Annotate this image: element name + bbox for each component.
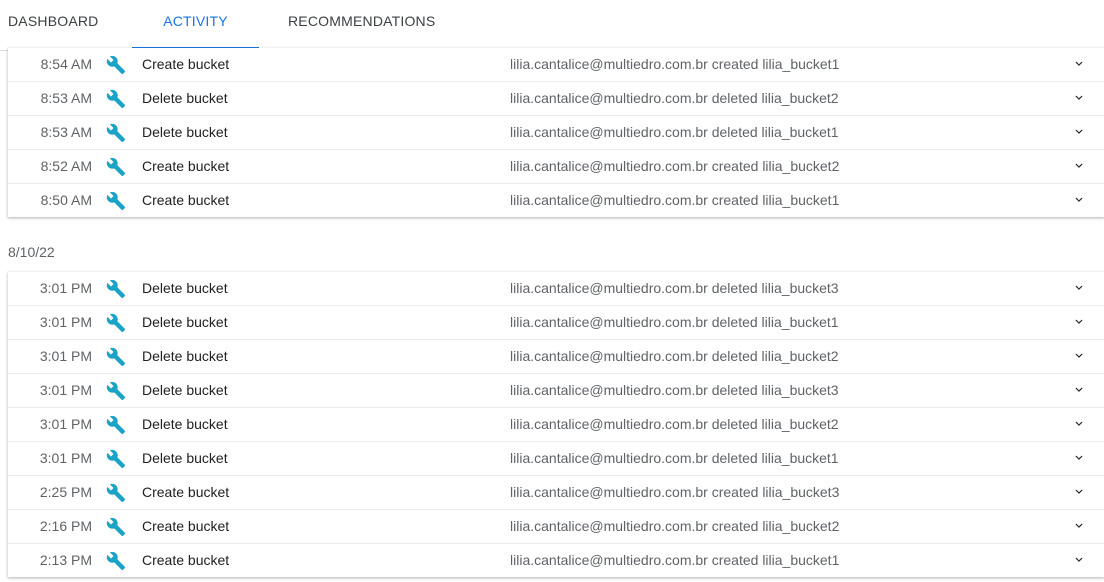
activity-description: lilia.cantalice@multiedro.com.br created… (510, 552, 840, 568)
activity-row[interactable]: 2:25 PM Create bucket lilia.cantalice@mult… (8, 476, 1104, 510)
activity-time: 3:01 PM (39, 314, 92, 330)
wrench-icon (106, 517, 126, 537)
activity-description: lilia.cantalice@multiedro.com.br deleted… (510, 416, 839, 432)
activity-time: 3:01 PM (39, 382, 92, 398)
activity-action: Delete bucket (142, 382, 228, 398)
activity-description: lilia.cantalice@multiedro.com.br created… (510, 56, 840, 72)
group-date-label: 8/10/22 (8, 244, 55, 260)
wrench-icon (106, 279, 126, 299)
activity-description: lilia.cantalice@multiedro.com.br deleted… (510, 450, 839, 466)
chevron-down-icon[interactable] (1072, 383, 1086, 397)
activity-time: 3:01 PM (39, 450, 92, 466)
wrench-icon (106, 347, 126, 367)
activity-time: 2:16 PM (39, 518, 92, 534)
activity-row[interactable]: 2:13 PM Create bucket lilia.cantalice@mult… (8, 544, 1104, 577)
chevron-down-icon[interactable] (1072, 91, 1086, 105)
tab-recommendations[interactable]: RECOMMENDATIONS (288, 0, 448, 48)
chevron-down-icon[interactable] (1072, 281, 1086, 295)
activity-time: 2:13 PM (39, 552, 92, 568)
activity-description: lilia.cantalice@multiedro.com.br deleted… (510, 382, 839, 398)
activity-action: Create bucket (142, 518, 230, 534)
activity-description: lilia.cantalice@multiedro.com.br created… (510, 518, 840, 534)
activity-time: 3:01 PM (39, 416, 92, 432)
activity-action: Create bucket (142, 484, 230, 500)
wrench-icon (106, 483, 126, 503)
activity-time: 8:53 AM (40, 90, 92, 106)
activity-description: lilia.cantalice@multiedro.com.br created… (510, 192, 840, 208)
activity-row[interactable]: 3:01 PM Delete bucket lilia.cantalice@mult… (8, 374, 1104, 408)
activity-time: 8:50 AM (40, 192, 92, 208)
activity-time: 8:53 AM (40, 124, 92, 140)
chevron-down-icon[interactable] (1072, 519, 1086, 533)
tab-bar: DASHBOARD ACTIVITY RECOMMENDATIONS (0, 0, 475, 51)
chevron-down-icon[interactable] (1072, 193, 1086, 207)
activity-action: Create bucket (142, 158, 230, 174)
chevron-down-icon[interactable] (1072, 417, 1086, 431)
activity-time: 3:01 PM (39, 348, 92, 364)
chevron-down-icon[interactable] (1072, 125, 1086, 139)
tab-activity[interactable]: ACTIVITY (132, 0, 259, 49)
activity-description: lilia.cantalice@multiedro.com.br deleted… (510, 314, 839, 330)
chevron-down-icon[interactable] (1072, 553, 1086, 567)
activity-action: Create bucket (142, 56, 230, 72)
activity-action: Delete bucket (142, 124, 228, 140)
activity-description: lilia.cantalice@multiedro.com.br deleted… (510, 348, 839, 364)
activity-row[interactable]: 8:52 AM Create bucket lilia.cantalice@mult… (8, 150, 1104, 184)
activity-description: lilia.cantalice@multiedro.com.br created… (510, 484, 840, 500)
activity-row[interactable]: 8:54 AM Create bucket lilia.cantalice@mult… (8, 48, 1104, 82)
activity-action: Delete bucket (142, 90, 228, 106)
activity-description: lilia.cantalice@multiedro.com.br deleted… (510, 124, 839, 140)
chevron-down-icon[interactable] (1072, 349, 1086, 363)
activity-row[interactable]: 2:16 PM Create bucket lilia.cantalice@mult… (8, 510, 1104, 544)
chevron-down-icon[interactable] (1072, 315, 1086, 329)
activity-row[interactable]: 3:01 PM Delete bucket lilia.cantalice@mult… (8, 306, 1104, 340)
activity-group: 8:54 AM Create bucket lilia.cantalice@mult… (8, 48, 1104, 217)
activity-row[interactable]: 8:53 AM Delete bucket lilia.cantalice@mult… (8, 116, 1104, 150)
activity-time: 8:54 AM (40, 56, 92, 72)
wrench-icon (106, 157, 126, 177)
activity-time: 2:25 PM (39, 484, 92, 500)
wrench-icon (106, 123, 126, 143)
activity-action: Delete bucket (142, 450, 228, 466)
activity-row[interactable]: 3:01 PM Delete bucket lilia.cantalice@mult… (8, 272, 1104, 306)
activity-row[interactable]: 8:53 AM Delete bucket lilia.cantalice@mult… (8, 82, 1104, 116)
wrench-icon (106, 551, 126, 571)
activity-time: 3:01 PM (39, 280, 92, 296)
activity-row[interactable]: 8:50 AM Create bucket lilia.cantalice@mult… (8, 184, 1104, 217)
wrench-icon (106, 55, 126, 75)
activity-action: Delete bucket (142, 348, 228, 364)
activity-description: lilia.cantalice@multiedro.com.br created… (510, 158, 840, 174)
wrench-icon (106, 191, 126, 211)
wrench-icon (106, 313, 126, 333)
activity-row[interactable]: 3:01 PM Delete bucket lilia.cantalice@mult… (8, 442, 1104, 476)
chevron-down-icon[interactable] (1072, 159, 1086, 173)
activity-description: lilia.cantalice@multiedro.com.br deleted… (510, 280, 839, 296)
activity-description: lilia.cantalice@multiedro.com.br deleted… (510, 90, 839, 106)
chevron-down-icon[interactable] (1072, 485, 1086, 499)
activity-row[interactable]: 3:01 PM Delete bucket lilia.cantalice@mult… (8, 408, 1104, 442)
wrench-icon (106, 449, 126, 469)
tab-dashboard[interactable]: DASHBOARD (8, 0, 104, 48)
activity-time: 8:52 AM (40, 158, 92, 174)
activity-action: Delete bucket (142, 314, 228, 330)
activity-action: Create bucket (142, 552, 230, 568)
chevron-down-icon[interactable] (1072, 451, 1086, 465)
activity-action: Create bucket (142, 192, 230, 208)
activity-group: 3:01 PM Delete bucket lilia.cantalice@mult… (8, 272, 1104, 577)
activity-action: Delete bucket (142, 416, 228, 432)
wrench-icon (106, 415, 126, 435)
chevron-down-icon[interactable] (1072, 57, 1086, 71)
wrench-icon (106, 89, 126, 109)
activity-row[interactable]: 3:01 PM Delete bucket lilia.cantalice@mult… (8, 340, 1104, 374)
wrench-icon (106, 381, 126, 401)
activity-action: Delete bucket (142, 280, 228, 296)
